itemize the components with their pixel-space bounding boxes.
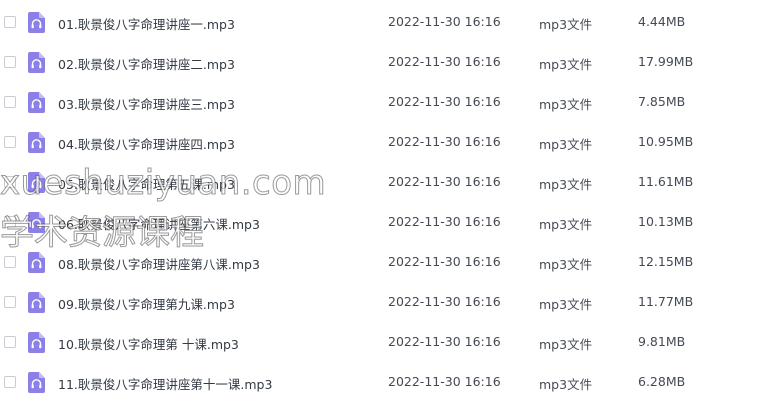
audio-file-icon — [28, 92, 45, 113]
file-size: 4.44MB — [638, 14, 686, 29]
file-size: 11.77MB — [638, 294, 694, 309]
row-checkbox[interactable] — [4, 56, 16, 68]
file-type: mp3文件 — [539, 257, 593, 272]
file-row[interactable]: 04.耿景俊八字命理讲座四.mp3 2022-11-30 16:16 mp3文件 10… — [0, 123, 767, 163]
file-row[interactable]: 10.耿景俊八字命理第 十课.mp3 2022-11-30 16:16 mp3文件 9… — [0, 323, 767, 363]
file-type: mp3文件 — [539, 377, 593, 392]
file-size: 12.15MB — [638, 254, 694, 269]
row-checkbox[interactable] — [4, 296, 16, 308]
file-name[interactable]: 03.耿景俊八字命理讲座三.mp3 — [58, 94, 235, 113]
watermark-text: 学术资源课程 — [0, 213, 205, 254]
file-type: mp3文件 — [539, 97, 593, 112]
file-date: 2022-11-30 16:16 — [388, 174, 501, 189]
file-size: 11.61MB — [638, 174, 694, 189]
file-type: mp3文件 — [539, 217, 593, 232]
file-list: 01.耿景俊八字命理讲座一.mp3 2022-11-30 16:16 mp3文件 4.… — [0, 0, 767, 408]
file-date: 2022-11-30 16:16 — [388, 14, 501, 29]
audio-file-icon — [28, 52, 45, 73]
file-size: 6.28MB — [638, 374, 686, 389]
file-size: 7.85MB — [638, 94, 686, 109]
file-date: 2022-11-30 16:16 — [388, 374, 501, 389]
file-name[interactable]: 02.耿景俊八字命理讲座二.mp3 — [58, 54, 235, 73]
file-type: mp3文件 — [539, 337, 593, 352]
file-size: 17.99MB — [638, 54, 694, 69]
row-checkbox[interactable] — [4, 376, 16, 388]
file-type: mp3文件 — [539, 137, 593, 152]
watermark-url: xueshuziyuan.com — [0, 163, 327, 204]
file-date: 2022-11-30 16:16 — [388, 254, 501, 269]
file-row[interactable]: 09.耿景俊八字命理第九课.mp3 2022-11-30 16:16 mp3文件 11… — [0, 283, 767, 323]
audio-file-icon — [28, 292, 45, 313]
file-row[interactable]: 11.耿景俊八字命理讲座第十一课.mp3 2022-11-30 16:16 mp3文… — [0, 363, 767, 403]
row-checkbox[interactable] — [4, 16, 16, 28]
file-type: mp3文件 — [539, 297, 593, 312]
row-checkbox[interactable] — [4, 96, 16, 108]
file-row[interactable]: 01.耿景俊八字命理讲座一.mp3 2022-11-30 16:16 mp3文件 4.… — [0, 3, 767, 43]
row-checkbox[interactable] — [4, 336, 16, 348]
audio-file-icon — [28, 252, 45, 273]
file-date: 2022-11-30 16:16 — [388, 214, 501, 229]
file-date: 2022-11-30 16:16 — [388, 134, 501, 149]
file-name[interactable]: 04.耿景俊八字命理讲座四.mp3 — [58, 134, 235, 153]
file-size: 10.13MB — [638, 214, 694, 229]
row-checkbox[interactable] — [4, 256, 16, 268]
file-date: 2022-11-30 16:16 — [388, 94, 501, 109]
file-name[interactable]: 11.耿景俊八字命理讲座第十一课.mp3 — [58, 374, 272, 393]
file-date: 2022-11-30 16:16 — [388, 294, 501, 309]
file-size: 9.81MB — [638, 334, 686, 349]
file-type: mp3文件 — [539, 177, 593, 192]
file-date: 2022-11-30 16:16 — [388, 334, 501, 349]
file-name[interactable]: 10.耿景俊八字命理第 十课.mp3 — [58, 334, 239, 353]
audio-file-icon — [28, 372, 45, 393]
audio-file-icon — [28, 12, 45, 33]
file-type: mp3文件 — [539, 57, 593, 72]
file-name[interactable]: 01.耿景俊八字命理讲座一.mp3 — [58, 14, 235, 33]
file-name[interactable]: 08.耿景俊八字命理讲座第八课.mp3 — [58, 254, 260, 273]
audio-file-icon — [28, 132, 45, 153]
audio-file-icon — [28, 332, 45, 353]
file-row[interactable]: 03.耿景俊八字命理讲座三.mp3 2022-11-30 16:16 mp3文件 7.… — [0, 83, 767, 123]
file-date: 2022-11-30 16:16 — [388, 54, 501, 69]
file-type: mp3文件 — [539, 17, 593, 32]
file-name[interactable]: 09.耿景俊八字命理第九课.mp3 — [58, 294, 235, 313]
row-checkbox[interactable] — [4, 136, 16, 148]
file-size: 10.95MB — [638, 134, 694, 149]
file-row[interactable]: 02.耿景俊八字命理讲座二.mp3 2022-11-30 16:16 mp3文件 17… — [0, 43, 767, 83]
